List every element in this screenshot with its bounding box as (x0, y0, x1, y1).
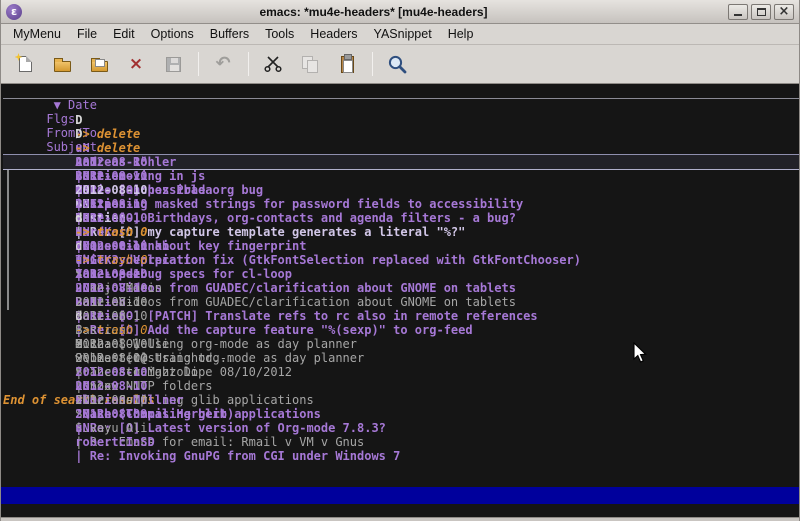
message-row[interactable]: D -> delete uN Andreas Röhler | Re: movi… (3, 99, 799, 113)
menu-item[interactable]: Edit (105, 25, 143, 43)
toolbar-separator (372, 52, 373, 76)
menu-bar: MyMenu File Edit Options Buffers Tools H… (1, 24, 799, 45)
menu-item[interactable]: Options (143, 25, 202, 43)
message-from: robertcInSD (75, 435, 234, 449)
menu-item[interactable]: MyMenu (5, 25, 69, 43)
close-button[interactable]: × (774, 4, 794, 20)
mark-indicator: d (75, 211, 89, 225)
menu-item[interactable]: File (69, 25, 105, 43)
open-file-button[interactable] (46, 49, 78, 79)
mark-indicator: d (75, 239, 89, 253)
menu-item[interactable]: Buffers (202, 25, 257, 43)
cut-scissors-icon (264, 55, 282, 73)
message-list: D -> delete uN Andreas Röhler | Re: movi… (3, 99, 799, 393)
dired-button[interactable] (83, 49, 115, 79)
new-file-icon (19, 56, 32, 72)
search-icon (387, 54, 408, 75)
menu-item[interactable]: Tools (257, 25, 302, 43)
mark-indicator: D (75, 127, 89, 141)
mark-indicator: d (75, 309, 89, 323)
toolbar-separator (248, 52, 249, 76)
save-icon (166, 57, 181, 72)
minibuffer[interactable] (1, 504, 799, 517)
titlebar[interactable]: ε emacs: *mu4e-headers* [mu4e-headers] × (1, 0, 799, 24)
emacs-icon: ε (6, 4, 22, 20)
cut-button[interactable] (257, 49, 289, 79)
buffer-area: ▼ Date Flgs From/To Subject D -> delete … (1, 84, 799, 487)
close-icon: × (779, 5, 790, 18)
open-folder-icon (54, 61, 71, 72)
menu-item[interactable]: Help (440, 25, 482, 43)
copy-button[interactable] (294, 49, 326, 79)
message-flags: uN (75, 421, 104, 435)
maximize-button[interactable] (751, 4, 771, 20)
window-resize-edge[interactable] (1, 517, 799, 521)
maximize-icon (757, 8, 766, 16)
menu-item[interactable]: Headers (302, 25, 365, 43)
kill-buffer-button[interactable]: × (120, 49, 152, 79)
save-button[interactable] (157, 49, 189, 79)
emacs-window: ε emacs: *mu4e-headers* [mu4e-headers] ×… (0, 0, 800, 521)
minimize-icon (734, 14, 742, 16)
window-controls: × (725, 4, 794, 20)
new-file-button[interactable] (9, 49, 41, 79)
menu-item[interactable]: YASnippet (366, 25, 440, 43)
window-title: emacs: *mu4e-headers* [mu4e-headers] (22, 5, 725, 19)
minimize-button[interactable] (728, 4, 748, 20)
message-row[interactable]: D -> delete uaN Bastien | Re: [O] possib… (3, 113, 799, 127)
mouse-cursor (633, 342, 648, 364)
search-button[interactable] (381, 49, 413, 79)
toolbar: × ↶ (1, 45, 799, 84)
message-subject: | Re: Invoking GnuPG from CGI under Wind… (75, 449, 400, 463)
paste-icon (341, 56, 354, 73)
undo-button[interactable]: ↶ (207, 49, 239, 79)
dired-folder-icon (91, 61, 108, 72)
mark-indicator: D (75, 113, 89, 127)
copy-icon (301, 56, 319, 73)
mode-line: *mu4e-headers* ( 5, 0) [All/2.0k] [mu4e-… (1, 487, 799, 504)
header-line: ▼ Date Flgs From/To Subject (3, 84, 799, 99)
paste-button[interactable] (331, 49, 363, 79)
toolbar-separator (198, 52, 199, 76)
undo-icon: ↶ (215, 55, 230, 73)
message-date: 2012-08-09 (75, 407, 169, 421)
kill-buffer-x-icon: × (129, 56, 143, 73)
